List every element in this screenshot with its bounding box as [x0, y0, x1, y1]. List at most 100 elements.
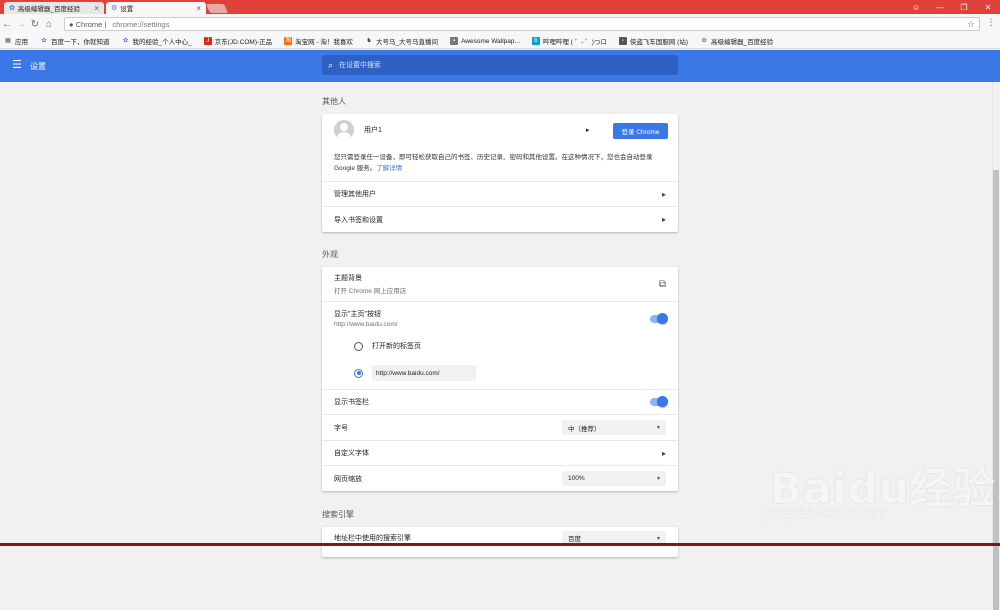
zoom-label: 网页缩放: [334, 475, 362, 483]
radio-button[interactable]: [354, 341, 363, 351]
new-tab-button[interactable]: [205, 4, 229, 13]
bookmark-label: 哔哩哔哩 ( ゜- ゜)つロ: [542, 39, 607, 46]
paw-icon: ✿: [122, 38, 129, 44]
user-name: 用户1: [364, 127, 382, 134]
bookmark-item[interactable]: ✿ 我的经验_个人中心_: [122, 36, 192, 46]
home-button-row: 显示"主页"按钮 http://www.baidu.com/: [322, 301, 678, 335]
search-engine-value: 百度: [568, 536, 581, 543]
bookmarks-bar-label: 显示书签栏: [334, 399, 369, 406]
image-icon: ▪: [450, 37, 459, 45]
custom-fonts-row[interactable]: 自定义字体 ▸: [322, 440, 678, 465]
close-tab-icon[interactable]: ×: [196, 4, 201, 13]
home-button-label: 显示"主页"按钮: [334, 311, 381, 318]
bookmark-item[interactable]: ▦ 应用: [4, 36, 28, 46]
chevron-right-icon: ▸: [661, 189, 666, 199]
tab-settings[interactable]: ⚙ 设置 ×: [106, 2, 206, 14]
bookmark-label: 百度一下，你就知道: [51, 39, 110, 46]
paw-icon: ✿: [701, 38, 707, 44]
hamburger-menu-icon[interactable]: ☰: [12, 60, 22, 71]
tab-strip: ✿ 高级编辑器_百度经验 × ⚙ 设置 × ☺ — ❐ ✕: [0, 0, 1000, 14]
sign-in-button[interactable]: 登录 Chrome: [613, 123, 668, 139]
external-link-icon[interactable]: ⧉: [659, 279, 666, 290]
zoom-select[interactable]: 100% ▾: [562, 471, 666, 486]
radio-button-selected[interactable]: [354, 368, 363, 378]
minimize-icon[interactable]: —: [928, 3, 952, 12]
appearance-card: 主题背景 打开 Chrome 网上应用店 ⧉ 显示"主页"按钮 http://www…: [322, 267, 678, 491]
bookmark-item[interactable]: ✿ 百度一下，你就知道: [40, 36, 110, 46]
zoom-row: 网页缩放 100% ▾: [322, 465, 678, 491]
star-icon[interactable]: ☆: [967, 19, 975, 30]
paw-icon: ✿: [41, 38, 47, 44]
chevron-right-icon: ▸: [586, 127, 590, 134]
radio-custom-url-row[interactable]: http://www.baidu.com/: [322, 357, 678, 389]
tab-baidu-jingyan[interactable]: ✿ 高级编辑器_百度经验 ×: [4, 2, 104, 14]
bookmarks-bar-toggle[interactable]: [650, 396, 668, 407]
search-placeholder: 在设置中搜索: [339, 62, 382, 69]
security-label: Chrome: [75, 19, 103, 29]
home-button-toggle[interactable]: [650, 312, 668, 324]
security-chip[interactable]: ● Chrome |: [69, 20, 106, 29]
reload-icon[interactable]: ↻: [28, 19, 42, 30]
import-label: 导入书签和设置: [334, 216, 383, 224]
close-tab-icon[interactable]: ×: [94, 4, 99, 13]
home-url-value: http://www.baidu.com/: [376, 369, 440, 377]
bookmark-label: 京东(JD.COM)-正品: [214, 39, 273, 46]
bookmark-item[interactable]: ✿ 高级编辑器_百度经验: [700, 36, 774, 46]
restore-icon[interactable]: ❐: [952, 3, 976, 12]
close-window-icon[interactable]: ✕: [976, 3, 1000, 12]
bookmark-label: 应用: [15, 39, 28, 46]
gear-icon: ⚙: [111, 5, 118, 12]
home-button-sub: http://www.baidu.com/: [334, 321, 398, 328]
bookmark-label: Awesome Wallpap...: [461, 37, 520, 45]
font-size-row: 字号 中（推荐） ▾: [322, 414, 678, 440]
bookmark-label: 我的经验_个人中心_: [132, 39, 192, 46]
taobao-icon: 淘: [284, 37, 293, 45]
import-row[interactable]: 导入书签和设置 ▸: [322, 206, 678, 232]
avatar-icon: [334, 120, 354, 140]
jd-icon: J: [203, 37, 212, 45]
page-icon: ▫: [618, 37, 627, 45]
tab-title: 设置: [120, 6, 134, 13]
chevron-right-icon: ▸: [661, 448, 666, 458]
settings-search-input[interactable]: ⌕ 在设置中搜索: [322, 55, 678, 75]
signin-description: 您只需登录任一设备，即可轻松获取自己的书签、历史记录、密码和其他设置。在这种情况…: [322, 146, 678, 176]
search-engine-label: 地址栏中使用的搜索引擎: [334, 535, 411, 542]
bookmark-item[interactable]: ▫ 侠盗飞车国服网 (站): [618, 36, 688, 46]
radio-new-tab-label: 打开新的标签页: [372, 343, 421, 350]
radio-new-tab-row[interactable]: 打开新的标签页: [322, 335, 678, 357]
address-bar[interactable]: ● Chrome | chrome://settings ☆: [64, 17, 980, 31]
bilibili-icon: b: [531, 37, 540, 45]
watermark-url: jingyan.baidu.com: [766, 506, 886, 521]
back-icon[interactable]: ←: [0, 19, 14, 30]
themes-sub: 打开 Chrome 网上应用店: [334, 288, 407, 295]
dropdown-arrow-icon: ▾: [656, 425, 660, 431]
bookmarks-bar: ▦ 应用 ✿ 百度一下，你就知道 ✿ 我的经验_个人中心_ J 京东(JD.COM)-正…: [0, 34, 1000, 49]
chrome-menu-icon[interactable]: ⋮: [985, 17, 997, 31]
bookmark-item[interactable]: J 京东(JD.COM)-正品: [203, 36, 273, 46]
bookmark-item[interactable]: b 哔哩哔哩 ( ゜- ゜)つロ: [531, 36, 607, 46]
home-icon[interactable]: ⌂: [42, 19, 56, 30]
bookmark-item[interactable]: ♞ 大号马_大号马直播间: [365, 36, 438, 46]
url-text: chrome://settings: [112, 19, 170, 29]
bookmark-item[interactable]: ▪ Awesome Wallpap...: [450, 37, 520, 45]
manage-users-row[interactable]: 管理其他用户 ▸: [322, 181, 678, 206]
custom-fonts-label: 自定义字体: [334, 450, 369, 457]
learn-more-link[interactable]: 了解详情: [376, 165, 402, 172]
themes-row[interactable]: 主题背景 打开 Chrome 网上应用店 ⧉: [322, 267, 678, 301]
horse-icon: ♞: [366, 38, 372, 44]
font-size-label: 字号: [334, 424, 348, 432]
bookmarks-bar-row: 显示书签栏: [322, 389, 678, 414]
people-card: 用户1 ▸ 登录 Chrome 您只需登录任一设备，即可轻松获取自己的书签、历史…: [322, 114, 678, 232]
account-icon[interactable]: ☺: [904, 3, 928, 12]
bookmark-label: 大号马_大号马直播间: [375, 39, 439, 46]
section-title-search-engine: 搜索引擎: [322, 510, 354, 519]
paw-icon: ✿: [9, 5, 15, 12]
dropdown-arrow-icon: ▾: [656, 476, 660, 482]
chevron-right-icon: ▸: [661, 215, 666, 224]
home-url-input[interactable]: http://www.baidu.com/: [372, 365, 476, 381]
forward-icon[interactable]: →: [14, 19, 28, 30]
bookmark-item[interactable]: 淘淘宝网 - 淘！我喜欢: [284, 36, 353, 46]
font-size-value: 中（推荐）: [568, 425, 601, 433]
font-size-select[interactable]: 中（推荐） ▾: [562, 420, 666, 435]
apps-icon: ▦: [5, 38, 11, 44]
